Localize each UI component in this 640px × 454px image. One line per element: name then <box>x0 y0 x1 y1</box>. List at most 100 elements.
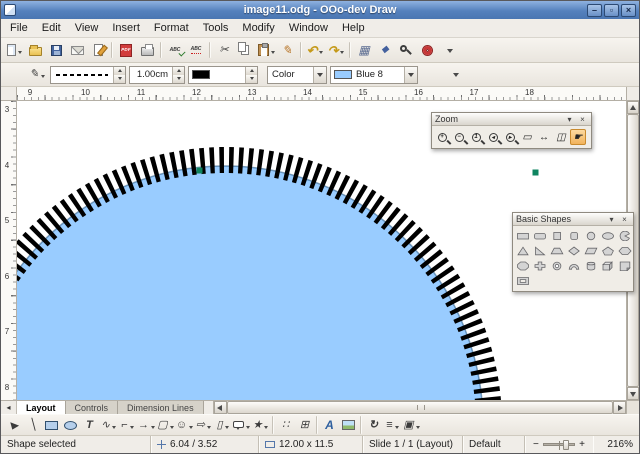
display-grid-button[interactable]: ▦ <box>354 40 374 60</box>
fill-color-caret-icon[interactable] <box>404 67 417 83</box>
copy-button[interactable] <box>235 40 255 60</box>
zoom-optimal-button[interactable]: ◫ <box>553 129 569 145</box>
menu-file[interactable]: File <box>3 20 35 36</box>
ellipse-tool-button[interactable] <box>61 416 80 434</box>
line-tool-button[interactable]: ╲ <box>23 416 42 434</box>
panel-menu-icon[interactable]: ▾ <box>606 214 617 225</box>
panel-menu-icon[interactable]: ▾ <box>564 114 575 125</box>
shape-block-arc[interactable] <box>566 259 582 273</box>
stars-button[interactable]: ★ <box>251 416 270 434</box>
zoom-in-label[interactable]: + <box>579 439 585 450</box>
shape-trapezoid[interactable] <box>549 244 565 258</box>
fill-style-select[interactable]: Color <box>267 66 327 84</box>
select-button[interactable]: ▶ <box>4 416 23 434</box>
scroll-up-icon[interactable] <box>627 101 639 114</box>
scroll-right-icon[interactable] <box>613 401 626 414</box>
shape-frame[interactable] <box>515 274 531 288</box>
zoom-next-button[interactable]: ▸ <box>502 129 518 145</box>
cursor-position-cell[interactable]: 6.04 / 3.52 <box>151 436 259 453</box>
arrange-button[interactable]: ▣ <box>402 416 421 434</box>
minimize-button[interactable]: – <box>587 4 602 17</box>
shape-diamond[interactable] <box>566 244 582 258</box>
navigator-button[interactable]: ◆ <box>375 40 395 60</box>
panel-title-bar[interactable]: Basic Shapes ▾ × <box>513 213 633 226</box>
zoom-factor-cell[interactable]: 216% <box>593 436 639 453</box>
zoom-slider-track[interactable] <box>543 443 575 446</box>
shape-circle-pie[interactable] <box>617 229 633 243</box>
shape-regular-pentagon[interactable] <box>600 244 616 258</box>
rectangle-tool-button[interactable] <box>42 416 61 434</box>
zoom-previous-button[interactable]: ◂ <box>485 129 501 145</box>
fontwork-button[interactable]: A <box>320 416 339 434</box>
line-dialog-button[interactable] <box>4 65 24 85</box>
tab-layout[interactable]: Layout <box>17 401 66 414</box>
shape-cross[interactable] <box>532 259 548 273</box>
cut-button[interactable]: ✂ <box>214 40 234 60</box>
export-pdf-button[interactable]: PDF <box>116 40 136 60</box>
paste-button[interactable] <box>256 40 276 60</box>
spellcheck-button[interactable]: ABC <box>165 40 185 60</box>
shape-folded-corner[interactable] <box>617 259 633 273</box>
shape-ring[interactable] <box>549 259 565 273</box>
rotate-button[interactable]: ↻ <box>364 416 383 434</box>
line-color-select[interactable] <box>188 66 258 84</box>
close-button[interactable]: × <box>621 4 636 17</box>
horizontal-scrollbar[interactable] <box>214 401 626 414</box>
horizontal-ruler[interactable]: 9101112131415161718 <box>17 87 626 101</box>
email-document-button[interactable] <box>67 40 87 60</box>
selection-handle[interactable] <box>197 168 203 174</box>
fill-color-select[interactable]: Blue 8 <box>330 66 418 84</box>
auto-spellcheck-button[interactable]: ABC <box>186 40 206 60</box>
redo-button[interactable]: ↷ <box>326 40 346 60</box>
shape-cube[interactable] <box>600 259 616 273</box>
shape-hexagon[interactable] <box>617 244 633 258</box>
edit-file-button[interactable] <box>88 40 108 60</box>
zoom-out-button[interactable]: − <box>451 129 467 145</box>
menu-window[interactable]: Window <box>282 20 335 36</box>
alignment-button[interactable]: ≡ <box>383 416 402 434</box>
shadow-button[interactable] <box>421 65 441 85</box>
horizontal-scroll-thumb[interactable] <box>227 401 613 414</box>
scroll-down-icon[interactable] <box>627 387 639 400</box>
print-button[interactable] <box>137 40 157 60</box>
shape-ellipse[interactable] <box>600 229 616 243</box>
symbol-sh3apes-button[interactable]: ☺ <box>175 416 194 434</box>
fill-style-caret-icon[interactable] <box>313 67 326 83</box>
vertical-ruler[interactable]: 345678 <box>1 101 17 400</box>
shape-rounded-square[interactable] <box>566 229 582 243</box>
line-style-select[interactable] <box>50 66 126 84</box>
shape-rounded-rectangle[interactable] <box>532 229 548 243</box>
shape-rectangle[interactable] <box>515 229 531 243</box>
connector-tool-button[interactable]: ⌐ <box>118 416 137 434</box>
shape-parallelogram[interactable] <box>583 244 599 258</box>
open-button[interactable] <box>25 40 45 60</box>
tab-scroll-left-button[interactable]: ◂ <box>1 401 17 414</box>
zoom-entire-page-button[interactable]: ▭ <box>519 129 535 145</box>
slide-status-cell[interactable]: Slide 1 / 1 (Layout) <box>363 436 463 453</box>
format-paintbrush-button[interactable]: ✎ <box>277 40 297 60</box>
tab-dimension-lines[interactable]: Dimension Lines <box>118 401 204 414</box>
line-style-spinner[interactable] <box>113 67 125 83</box>
zoom-out-label[interactable]: − <box>533 439 539 450</box>
help-button[interactable] <box>417 40 437 60</box>
menu-tools[interactable]: Tools <box>196 20 236 36</box>
zoom-button[interactable] <box>396 40 416 60</box>
page-style-cell[interactable]: Default <box>463 436 525 453</box>
undo-button[interactable]: ↶ <box>305 40 325 60</box>
line-width-spinner[interactable] <box>172 67 184 83</box>
zoom-shift-button[interactable]: ☛ <box>570 129 586 145</box>
callouts-button[interactable] <box>232 416 251 434</box>
shape-square[interactable] <box>549 229 565 243</box>
basic-shapes-button[interactable]: ▢ <box>156 416 175 434</box>
maximize-button[interactable]: ▫ <box>604 4 619 17</box>
menu-modify[interactable]: Modify <box>235 20 281 36</box>
menu-format[interactable]: Format <box>147 20 196 36</box>
toolbar-options-icon[interactable] <box>450 66 462 84</box>
panel-close-icon[interactable]: × <box>619 214 630 225</box>
shape-cylinder[interactable] <box>583 259 599 273</box>
insert-picture-button[interactable] <box>339 416 358 434</box>
zoom-slider-thumb[interactable] <box>563 440 569 450</box>
panel-title-bar[interactable]: Zoom ▾ × <box>432 113 591 126</box>
tab-splitter[interactable] <box>204 401 214 414</box>
save-button[interactable] <box>46 40 66 60</box>
